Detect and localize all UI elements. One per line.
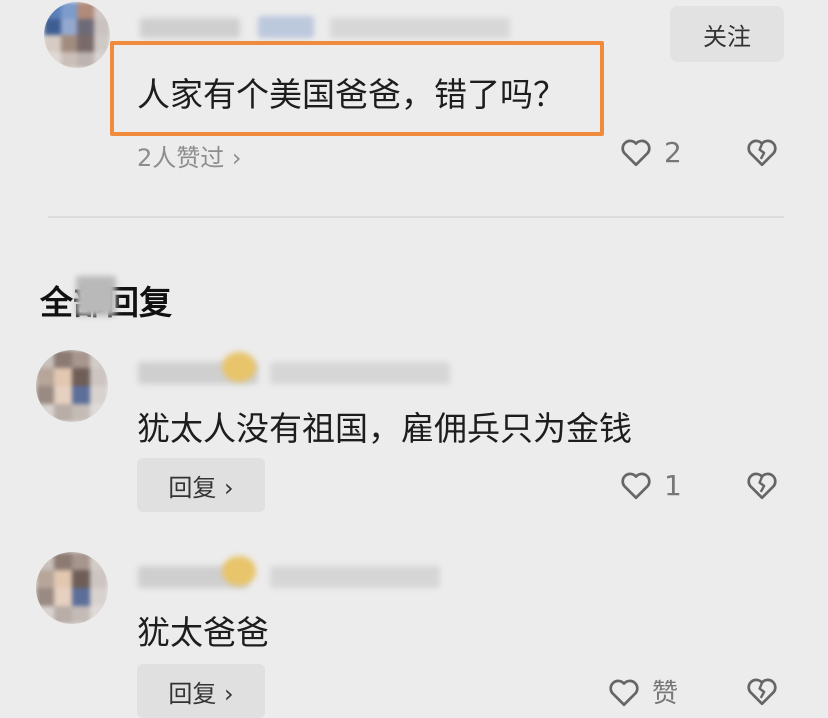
main-comment-text: 人家有个美国爸爸，错了吗？ — [137, 75, 566, 114]
reply-emoji-redacted — [222, 352, 256, 382]
like-button[interactable]: 赞 — [606, 673, 678, 710]
like-button[interactable]: 2 — [618, 134, 682, 170]
user-badge-redacted — [258, 16, 314, 38]
follow-button[interactable]: 关注 — [670, 6, 784, 62]
reply-avatar[interactable] — [36, 350, 108, 422]
reply-meta-redacted — [270, 362, 450, 384]
heart-outline-icon — [609, 679, 639, 706]
reply-meta-redacted — [270, 566, 440, 588]
divider — [48, 216, 784, 218]
title-redaction — [76, 276, 116, 316]
like-count: 1 — [664, 468, 682, 502]
likes-summary-link[interactable]: 2人赞过 › — [137, 138, 242, 173]
commenter-avatar[interactable] — [44, 2, 110, 68]
broken-heart-icon — [747, 472, 777, 500]
reply-avatar[interactable] — [36, 552, 108, 624]
like-count: 2 — [664, 135, 682, 169]
reply-button[interactable]: 回复 › — [137, 664, 265, 718]
dislike-button[interactable] — [744, 134, 780, 170]
reply-text: 犹太人没有祖国，雇佣兵只为金钱 — [137, 409, 632, 448]
reply-emoji-redacted — [222, 556, 256, 586]
username-redacted — [140, 18, 240, 38]
like-button[interactable]: 1 — [618, 467, 682, 503]
dislike-button[interactable] — [744, 673, 780, 709]
reply-button[interactable]: 回复 › — [137, 458, 265, 512]
heart-outline-icon — [621, 472, 651, 500]
reply-text: 犹太爸爸 — [137, 613, 269, 652]
like-label: 赞 — [652, 679, 679, 709]
dislike-button[interactable] — [744, 467, 780, 503]
broken-heart-icon — [747, 678, 777, 706]
broken-heart-icon — [747, 139, 777, 167]
comment-meta-redacted — [330, 18, 510, 38]
heart-outline-icon — [621, 139, 651, 167]
